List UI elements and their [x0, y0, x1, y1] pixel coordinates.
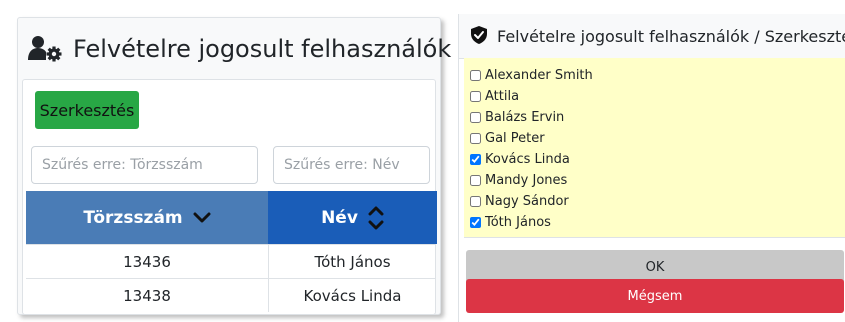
user-name: Tóth János: [485, 214, 551, 230]
user-name: Nagy Sándor: [485, 193, 569, 209]
user-name: Attila: [485, 88, 520, 104]
column-header-name-label: Név: [321, 207, 358, 228]
cell-name: Kovács Linda: [303, 286, 402, 305]
user-checkbox[interactable]: [470, 174, 481, 186]
table-row[interactable]: 13436 Tóth János: [26, 244, 436, 278]
user-name: Alexander Smith: [485, 67, 593, 83]
dialog-header: Felvételre jogosult felhasználók / Szerk…: [459, 14, 845, 59]
list-item[interactable]: Mandy Jones: [470, 170, 567, 190]
user-name: Mandy Jones: [485, 172, 568, 188]
sort-both-icon: [368, 206, 384, 229]
column-header-id[interactable]: Törzsszám: [26, 191, 268, 244]
eligible-users-panel: Felvételre jogosult felhasználók Szerkes…: [17, 17, 451, 315]
column-header-name[interactable]: Név: [268, 191, 437, 244]
user-checkbox[interactable]: [470, 195, 481, 207]
user-checkbox-list: Alexander Smith Attila Balázs Ervin Gal …: [464, 58, 845, 238]
list-item[interactable]: Kovács Linda: [470, 149, 570, 169]
list-item[interactable]: Gal Peter: [470, 128, 545, 148]
cancel-button[interactable]: Mégsem: [466, 279, 844, 313]
edit-button[interactable]: Szerkesztés: [35, 91, 139, 129]
user-name: Balázs Ervin: [485, 109, 565, 125]
edit-users-dialog: Felvételre jogosult felhasználók / Szerk…: [458, 14, 845, 322]
user-checkbox[interactable]: [470, 90, 481, 102]
sort-desc-icon: [193, 212, 211, 222]
list-item[interactable]: Balázs Ervin: [470, 107, 564, 127]
panel-header: Felvételre jogosult felhasználók: [18, 18, 451, 78]
shield-check-icon: [471, 26, 487, 44]
user-name: Kovács Linda: [485, 151, 570, 167]
panel-body: Szerkesztés Törzsszám Név 13436 Tóth Ján…: [22, 79, 437, 315]
list-item[interactable]: Nagy Sándor: [470, 191, 569, 211]
list-item[interactable]: Alexander Smith: [470, 65, 593, 85]
table-row[interactable]: 13438 Kovács Linda: [26, 278, 436, 312]
user-name: Gal Peter: [485, 130, 545, 146]
user-checkbox[interactable]: [470, 69, 481, 81]
user-checkbox[interactable]: [470, 111, 481, 123]
dialog-title: Felvételre jogosult felhasználók / Szerk…: [497, 27, 845, 46]
user-checkbox[interactable]: [470, 132, 481, 144]
filter-id-input[interactable]: [31, 146, 258, 184]
list-item[interactable]: Tóth János: [470, 212, 551, 232]
list-item[interactable]: Attila: [470, 86, 519, 106]
column-header-id-label: Törzsszám: [83, 207, 183, 228]
panel-title: Felvételre jogosult felhasználók: [73, 35, 452, 63]
user-checkbox[interactable]: [470, 153, 481, 165]
user-checkbox[interactable]: [470, 216, 481, 228]
filter-name-input[interactable]: [273, 146, 430, 184]
cell-name: Tóth János: [314, 252, 391, 271]
cell-id: 13438: [26, 279, 269, 312]
cell-id: 13436: [26, 245, 269, 278]
user-cog-icon: [28, 36, 62, 62]
